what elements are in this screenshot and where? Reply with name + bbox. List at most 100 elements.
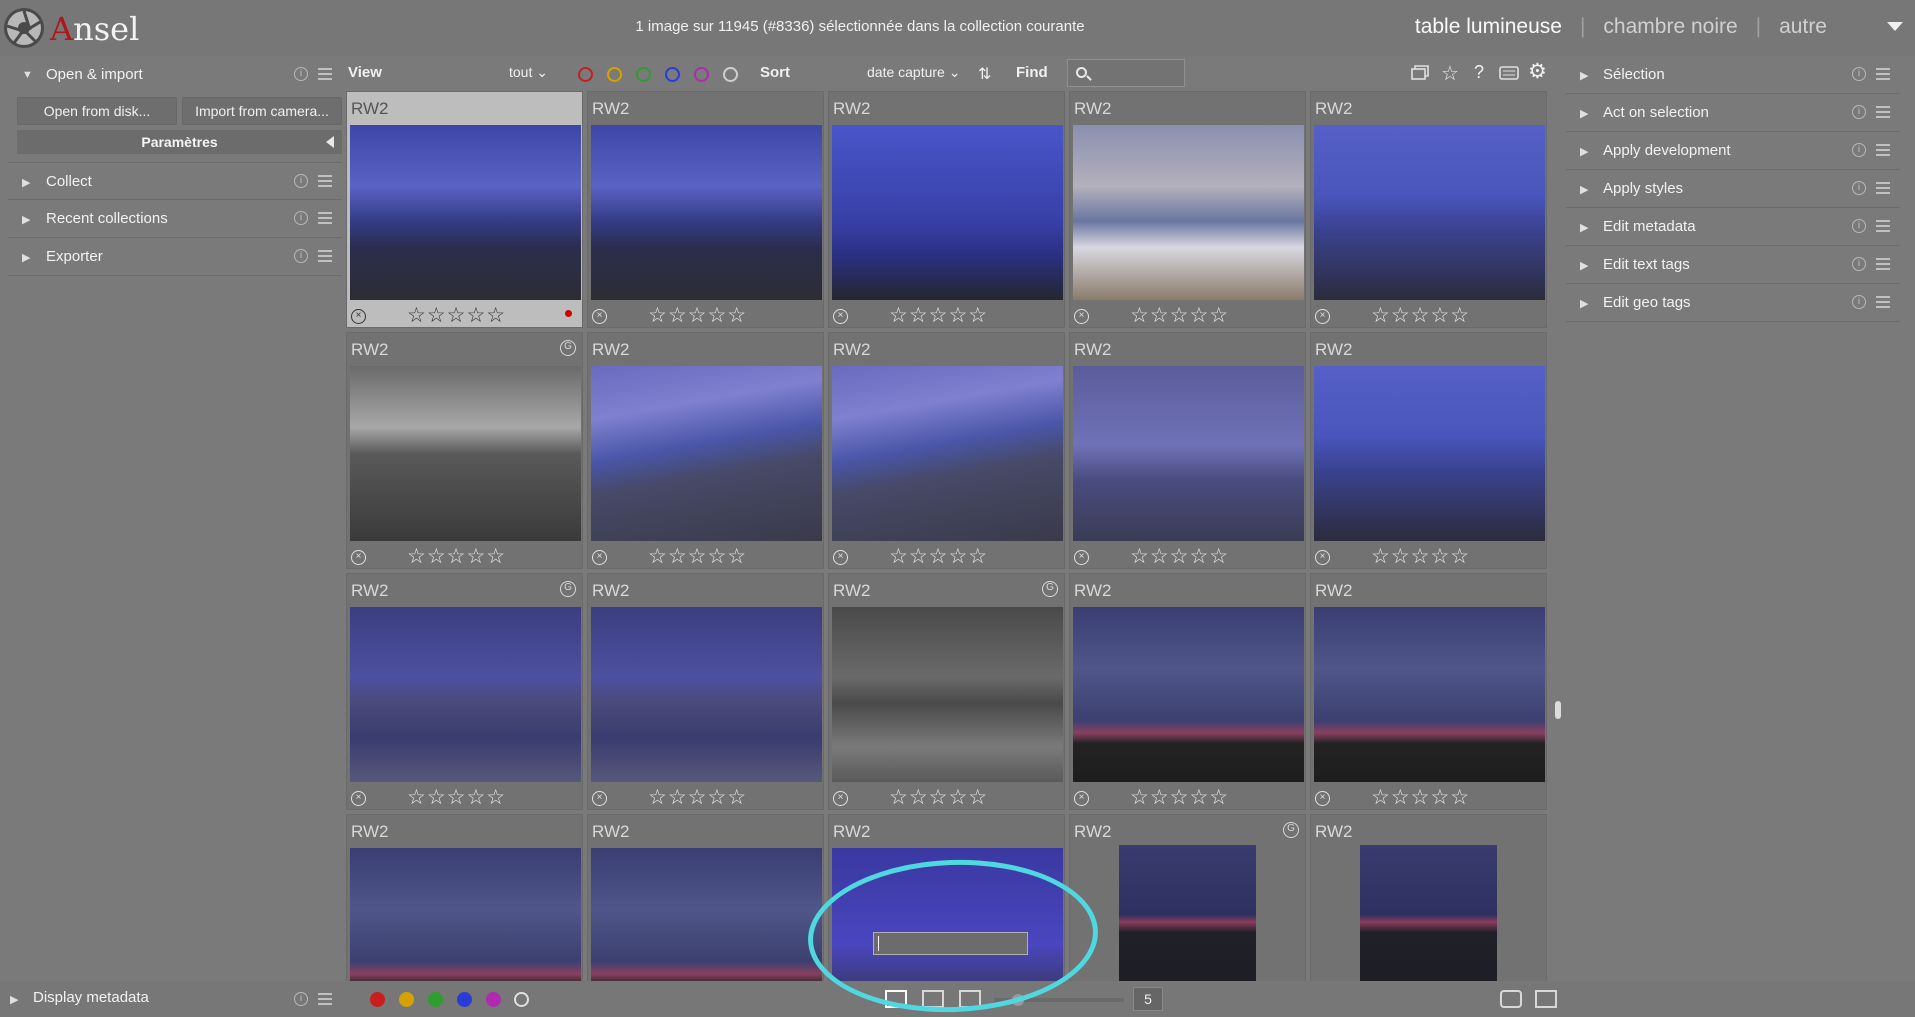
presets-menu-icon[interactable] <box>1876 258 1890 270</box>
chevron-down-icon[interactable] <box>1887 22 1903 31</box>
info-icon[interactable]: i <box>294 249 308 263</box>
thumbnail-image[interactable] <box>832 366 1063 541</box>
star-rating[interactable]: ☆☆☆☆☆ <box>407 785 506 810</box>
green-label-button[interactable] <box>428 992 443 1007</box>
scrollbar-thumb[interactable] <box>1555 701 1561 719</box>
gear-icon[interactable]: ⚙ <box>1528 59 1547 84</box>
star-rating[interactable]: ☆☆☆☆☆ <box>1371 303 1470 328</box>
info-icon[interactable]: i <box>1852 143 1866 157</box>
thumbnail[interactable]: RW2 <box>1310 814 1547 981</box>
sort-order-icon[interactable]: ⇅ <box>978 64 991 84</box>
grid-scrollbar[interactable] <box>1555 91 1561 981</box>
reject-icon[interactable]: × <box>833 309 848 324</box>
thumbnail-image[interactable] <box>591 848 822 981</box>
thumbnail-image[interactable] <box>1314 125 1545 300</box>
filter-green-label[interactable] <box>636 67 651 82</box>
thumbnail[interactable]: RW2 × ☆☆☆☆☆ <box>1310 332 1547 569</box>
keyboard-shortcuts-icon[interactable] <box>1499 66 1519 80</box>
view-other[interactable]: autre <box>1761 15 1845 39</box>
group-icon[interactable]: G <box>1283 822 1299 838</box>
presets-menu-icon[interactable] <box>1876 144 1890 156</box>
thumbnail-image[interactable] <box>1314 366 1545 541</box>
star-rating[interactable]: ☆☆☆☆☆ <box>1371 544 1470 569</box>
thumbnail[interactable]: RW2 × ☆☆☆☆☆ <box>1069 332 1306 569</box>
info-icon[interactable]: i <box>294 67 308 81</box>
reject-icon[interactable]: × <box>351 309 366 324</box>
grouping-icon[interactable] <box>1410 64 1430 82</box>
presets-menu-icon[interactable] <box>318 68 332 80</box>
filter-red-label[interactable] <box>578 67 593 82</box>
module-edit-geo-tags[interactable]: ▶ Edit geo tags i <box>1566 284 1900 322</box>
module-edit-text-tags[interactable]: ▶ Edit text tags i <box>1566 246 1900 284</box>
reject-icon[interactable]: × <box>1315 550 1330 565</box>
thumbnail[interactable]: RW2 × ☆☆☆☆☆ <box>1310 573 1547 810</box>
thumbnail[interactable]: RW2 × ☆☆☆☆☆ <box>587 573 824 810</box>
thumbnail[interactable]: RW2 × ☆☆☆☆☆ <box>587 91 824 328</box>
star-rating[interactable]: ☆☆☆☆☆ <box>407 303 506 328</box>
presets-menu-icon[interactable] <box>318 250 332 262</box>
open-from-disk-button[interactable]: Open from disk... <box>17 97 177 125</box>
filter-blue-label[interactable] <box>665 67 680 82</box>
help-icon[interactable]: ? <box>1474 62 1484 83</box>
star-rating[interactable]: ☆☆☆☆☆ <box>1130 303 1229 328</box>
module-apply-development[interactable]: ▶ Apply development i <box>1566 132 1900 170</box>
module-recent-collections[interactable]: ▶ Recent collections i <box>8 200 342 238</box>
group-icon[interactable]: G <box>560 340 576 356</box>
reject-icon[interactable]: × <box>1315 791 1330 806</box>
presets-menu-icon[interactable] <box>318 175 332 187</box>
thumbnail-image[interactable] <box>591 607 822 782</box>
presets-menu-icon[interactable] <box>1876 182 1890 194</box>
info-icon[interactable]: i <box>1852 295 1866 309</box>
info-icon[interactable]: i <box>1852 181 1866 195</box>
thumbnail-image[interactable] <box>591 366 822 541</box>
filter-no-label[interactable] <box>723 67 738 82</box>
thumbnail[interactable]: RW2 <box>346 814 583 981</box>
thumbnail[interactable]: RW2 × ☆☆☆☆☆ <box>1069 91 1306 328</box>
module-open-import[interactable]: ▼ Open & import i <box>8 56 342 94</box>
presets-menu-icon[interactable] <box>318 212 332 224</box>
filter-yellow-label[interactable] <box>607 67 622 82</box>
reject-icon[interactable]: × <box>1074 309 1089 324</box>
reject-icon[interactable]: × <box>351 550 366 565</box>
thumbnail[interactable]: RW2 × ☆☆☆☆☆ <box>1069 573 1306 810</box>
thumbnail[interactable]: RW2 × ☆☆☆☆☆ <box>1310 91 1547 328</box>
thumbnail[interactable]: RW2 <box>587 814 824 981</box>
search-input[interactable] <box>1067 59 1185 87</box>
reject-icon[interactable]: × <box>1074 550 1089 565</box>
filter-purple-label[interactable] <box>694 67 709 82</box>
reject-icon[interactable]: × <box>1315 309 1330 324</box>
thumbnail-image[interactable] <box>1073 607 1304 782</box>
clear-labels-icon[interactable] <box>514 992 529 1007</box>
display-profile-icon[interactable] <box>1535 990 1557 1008</box>
info-icon[interactable]: i <box>1852 67 1866 81</box>
star-rating[interactable]: ☆☆☆☆☆ <box>648 544 747 569</box>
thumbnail-image[interactable] <box>350 848 581 981</box>
parametres-button[interactable]: Paramètres <box>17 130 342 154</box>
thumbnail-image[interactable] <box>591 125 822 300</box>
thumbnail[interactable]: RW2 G × ☆☆☆☆☆ <box>828 573 1065 810</box>
presets-menu-icon[interactable] <box>1876 220 1890 232</box>
info-icon[interactable]: i <box>1852 105 1866 119</box>
star-rating[interactable]: ☆☆☆☆☆ <box>1371 785 1470 810</box>
thumbnail-image[interactable] <box>832 125 1063 300</box>
thumbnail-image[interactable] <box>1360 845 1497 981</box>
view-filter-dropdown[interactable]: tout ⌄ <box>509 64 548 81</box>
star-rating[interactable]: ☆☆☆☆☆ <box>1130 785 1229 810</box>
reject-icon[interactable]: × <box>592 550 607 565</box>
reject-icon[interactable]: × <box>833 550 848 565</box>
yellow-label-button[interactable] <box>399 992 414 1007</box>
thumbnail[interactable]: RW2 G × ☆☆☆☆☆ <box>346 573 583 810</box>
info-icon[interactable]: i <box>1852 219 1866 233</box>
reject-icon[interactable]: × <box>592 791 607 806</box>
import-from-camera-button[interactable]: Import from camera... <box>182 97 342 125</box>
presets-menu-icon[interactable] <box>1876 106 1890 118</box>
presets-menu-icon[interactable] <box>1876 68 1890 80</box>
reject-icon[interactable]: × <box>1074 791 1089 806</box>
thumbnail-image[interactable] <box>832 607 1063 782</box>
thumbnail[interactable]: RW2 × ☆☆☆☆☆ <box>828 332 1065 569</box>
module-s-lection[interactable]: ▶ Sélection i <box>1566 56 1900 94</box>
red-label-button[interactable] <box>370 992 385 1007</box>
thumbnail-image[interactable] <box>350 125 581 300</box>
module-act-on-selection[interactable]: ▶ Act on selection i <box>1566 94 1900 132</box>
thumbnail[interactable]: RW2 G <box>1069 814 1306 981</box>
